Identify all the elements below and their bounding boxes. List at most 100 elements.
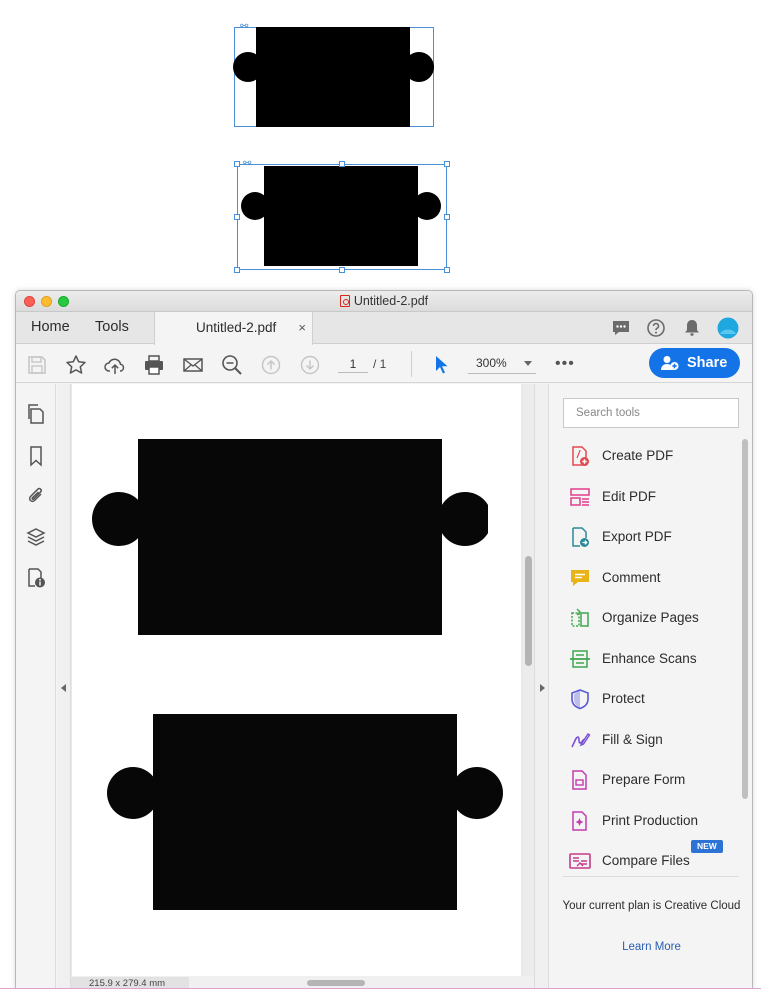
page-thumbnails-icon[interactable] <box>25 403 47 425</box>
black-circle-left <box>241 192 269 220</box>
tool-item-print-production[interactable]: Print Production <box>563 804 733 840</box>
resize-handle[interactable] <box>444 267 450 273</box>
more-options-icon[interactable]: ••• <box>555 355 575 373</box>
pdf-file-icon <box>339 295 350 307</box>
share-label: Share <box>687 355 728 371</box>
window-title-text: Untitled-2.pdf <box>353 294 429 308</box>
black-rectangle <box>138 439 442 635</box>
export-pdf-icon <box>572 527 589 547</box>
tab-document[interactable]: Untitled-2.pdf × <box>154 312 313 345</box>
new-badge: NEW <box>691 840 723 853</box>
tool-label: Organize Pages <box>602 610 699 625</box>
paperclip-icon[interactable] <box>25 485 47 507</box>
resize-handle[interactable] <box>444 214 450 220</box>
tool-item-export-pdf[interactable]: Export PDF <box>563 520 733 556</box>
left-navigation-rail <box>16 384 56 989</box>
plan-text: Your current plan is Creative Cloud <box>562 900 741 912</box>
resize-handle[interactable] <box>339 267 345 273</box>
zoom-select[interactable]: 300% <box>468 354 536 374</box>
zoom-out-icon[interactable] <box>221 354 243 376</box>
close-tab-button[interactable]: × <box>298 312 306 343</box>
tool-label: Fill & Sign <box>602 731 663 747</box>
toolbar-divider <box>411 351 412 377</box>
print-icon[interactable] <box>143 354 165 376</box>
tool-item-create-pdf[interactable]: Create PDF <box>563 439 733 475</box>
organize-pages-icon <box>571 608 589 627</box>
canvas-bottom-edge <box>0 988 761 999</box>
previous-page-icon[interactable] <box>260 354 282 376</box>
tab-document-label: Untitled-2.pdf <box>196 320 277 335</box>
page-number-input[interactable] <box>338 355 368 373</box>
select-cursor-icon[interactable] <box>430 354 452 376</box>
page-total: / 1 <box>373 357 387 371</box>
next-page-icon[interactable] <box>299 354 321 376</box>
toolbar: / 1 300% ••• <box>16 345 752 383</box>
resize-handle[interactable] <box>234 214 240 220</box>
tools-pane: Create PDF Edit PDF Export PDF Comment Organ… <box>549 384 752 989</box>
pdf-page <box>72 384 521 976</box>
scroll-thumb[interactable] <box>307 980 365 986</box>
chevron-right-icon <box>540 684 545 692</box>
resize-handle[interactable] <box>339 161 345 167</box>
prepare-form-icon <box>572 770 587 790</box>
black-circle-left <box>233 52 263 82</box>
tool-item-comment[interactable]: Comment <box>563 561 733 597</box>
bookmark-icon[interactable] <box>25 445 47 467</box>
print-production-icon <box>572 810 587 831</box>
tool-item-enhance-scans[interactable]: Enhance Scans <box>563 642 733 678</box>
resize-handle[interactable] <box>444 161 450 167</box>
zoom-value: 300% <box>476 356 507 370</box>
tool-item-protect[interactable]: Protect <box>563 682 733 718</box>
help-icon[interactable] <box>646 318 666 338</box>
collapse-left-panel[interactable] <box>57 384 71 989</box>
tool-label: Edit PDF <box>602 488 657 504</box>
resize-handle[interactable] <box>234 267 240 273</box>
black-circle-left <box>92 492 146 546</box>
mail-icon[interactable] <box>182 354 204 376</box>
tool-item-fill-sign[interactable]: Fill & Sign <box>563 723 733 759</box>
tools-scrollbar[interactable] <box>742 439 749 877</box>
resize-handle[interactable] <box>234 161 240 167</box>
enhance-scans-icon <box>570 649 590 668</box>
black-circle-right <box>413 192 441 220</box>
link-icon: ⚯ <box>240 21 249 32</box>
tool-item-edit-pdf[interactable]: Edit PDF <box>563 480 733 516</box>
tab-home[interactable]: Home <box>31 312 70 344</box>
title-bar: Untitled-2.pdf <box>16 291 752 312</box>
tool-label: Enhance Scans <box>602 650 697 666</box>
tab-tools[interactable]: Tools <box>95 312 129 344</box>
black-rectangle <box>256 27 410 127</box>
black-circle-left <box>107 767 159 819</box>
tool-item-organize-pages[interactable]: Organize Pages <box>563 601 733 637</box>
chat-icon[interactable] <box>611 318 631 338</box>
tools-list: Create PDF Edit PDF Export PDF Comment Organ… <box>563 439 739 877</box>
black-circle-right <box>451 767 503 819</box>
cloud-upload-icon[interactable] <box>104 354 126 376</box>
vertical-scrollbar[interactable] <box>523 384 534 982</box>
scroll-thumb[interactable] <box>525 556 532 666</box>
share-button[interactable]: Share <box>649 348 740 378</box>
compare-files-icon <box>569 853 591 869</box>
tool-label: Print Production <box>602 812 699 828</box>
collapse-right-panel[interactable] <box>534 384 549 989</box>
avatar[interactable] <box>717 317 739 339</box>
tool-label: Protect <box>602 691 645 706</box>
document-info-icon[interactable] <box>25 567 47 589</box>
tool-label: Comment <box>602 569 661 585</box>
black-rectangle <box>153 714 457 910</box>
tool-item-compare-files[interactable]: Compare Files NEW <box>563 840 733 880</box>
tool-item-prepare-form[interactable]: Prepare Form <box>563 763 733 799</box>
scroll-thumb[interactable] <box>742 439 748 799</box>
document-viewer[interactable]: 215.9 x 279.4 mm <box>71 384 534 989</box>
bell-icon[interactable] <box>682 318 702 338</box>
design-canvas: ⚯ ⚯ <box>0 0 761 290</box>
layers-icon[interactable] <box>25 526 47 548</box>
link-icon: ⚯ <box>243 158 252 169</box>
learn-more-link[interactable]: Learn More <box>549 941 752 953</box>
star-icon[interactable] <box>65 354 87 376</box>
save-icon[interactable] <box>26 354 48 376</box>
acrobat-window: Untitled-2.pdf Home Tools Untitled-2.pdf… <box>15 290 753 990</box>
tool-label: Compare Files <box>602 853 690 868</box>
chevron-down-icon <box>524 361 532 366</box>
search-tools-input[interactable] <box>563 398 739 428</box>
